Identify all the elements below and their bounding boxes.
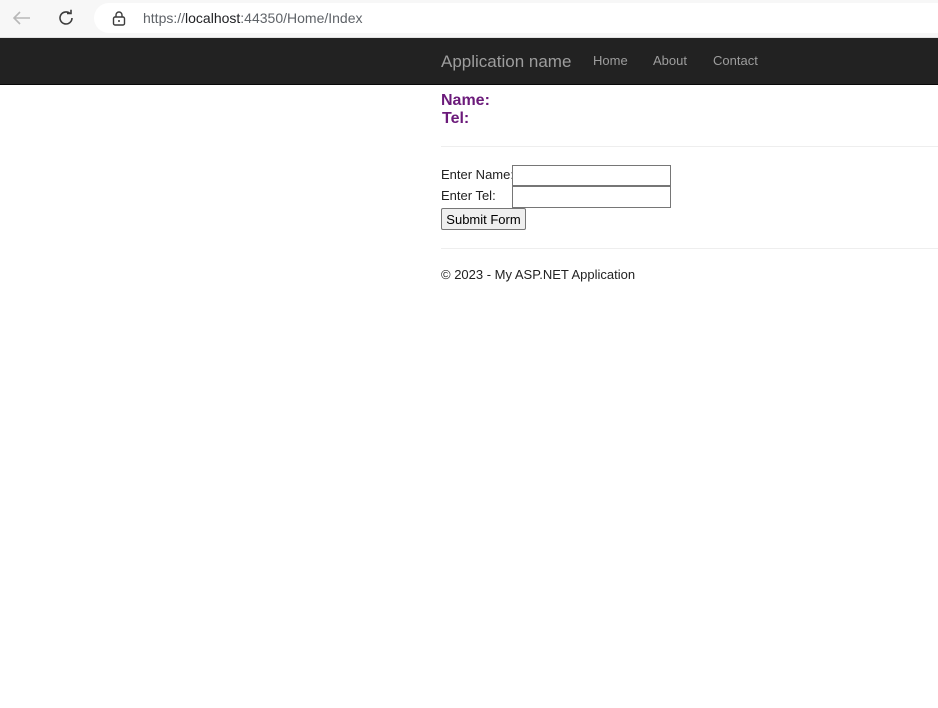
reload-button[interactable]	[54, 6, 78, 30]
footer-copyright: © 2023 - My ASP.NET Application	[441, 267, 636, 282]
app-navbar: Application name Home About Contact	[0, 38, 938, 85]
reload-icon	[59, 9, 73, 25]
footer-divider	[441, 248, 938, 249]
name-field-label: Enter Name:	[441, 167, 514, 182]
tel-display-label: Tel:	[442, 110, 470, 127]
tel-input[interactable]	[512, 186, 671, 208]
name-display-label: Name:	[441, 92, 490, 109]
brand-link[interactable]: Application name	[441, 52, 571, 72]
browser-toolbar: https://localhost:44350/Home/Index	[0, 0, 938, 38]
url-host: localhost	[185, 10, 241, 26]
nav-link-about[interactable]: About	[653, 53, 687, 68]
submit-form-button[interactable]: Submit Form	[441, 208, 526, 230]
url-scheme: https://	[143, 10, 186, 26]
name-input[interactable]	[512, 165, 671, 186]
lock-icon[interactable]	[112, 11, 126, 26]
address-bar[interactable]: https://localhost:44350/Home/Index	[94, 3, 938, 33]
nav-link-contact[interactable]: Contact	[713, 53, 758, 68]
tel-field-label: Enter Tel:	[441, 188, 496, 203]
url-text[interactable]: https://localhost:44350/Home/Index	[143, 10, 363, 26]
back-arrow-icon	[13, 11, 30, 25]
nav-link-home[interactable]: Home	[593, 53, 628, 68]
back-button[interactable]	[10, 6, 34, 30]
url-path: :44350/Home/Index	[240, 10, 363, 26]
divider	[441, 146, 938, 147]
